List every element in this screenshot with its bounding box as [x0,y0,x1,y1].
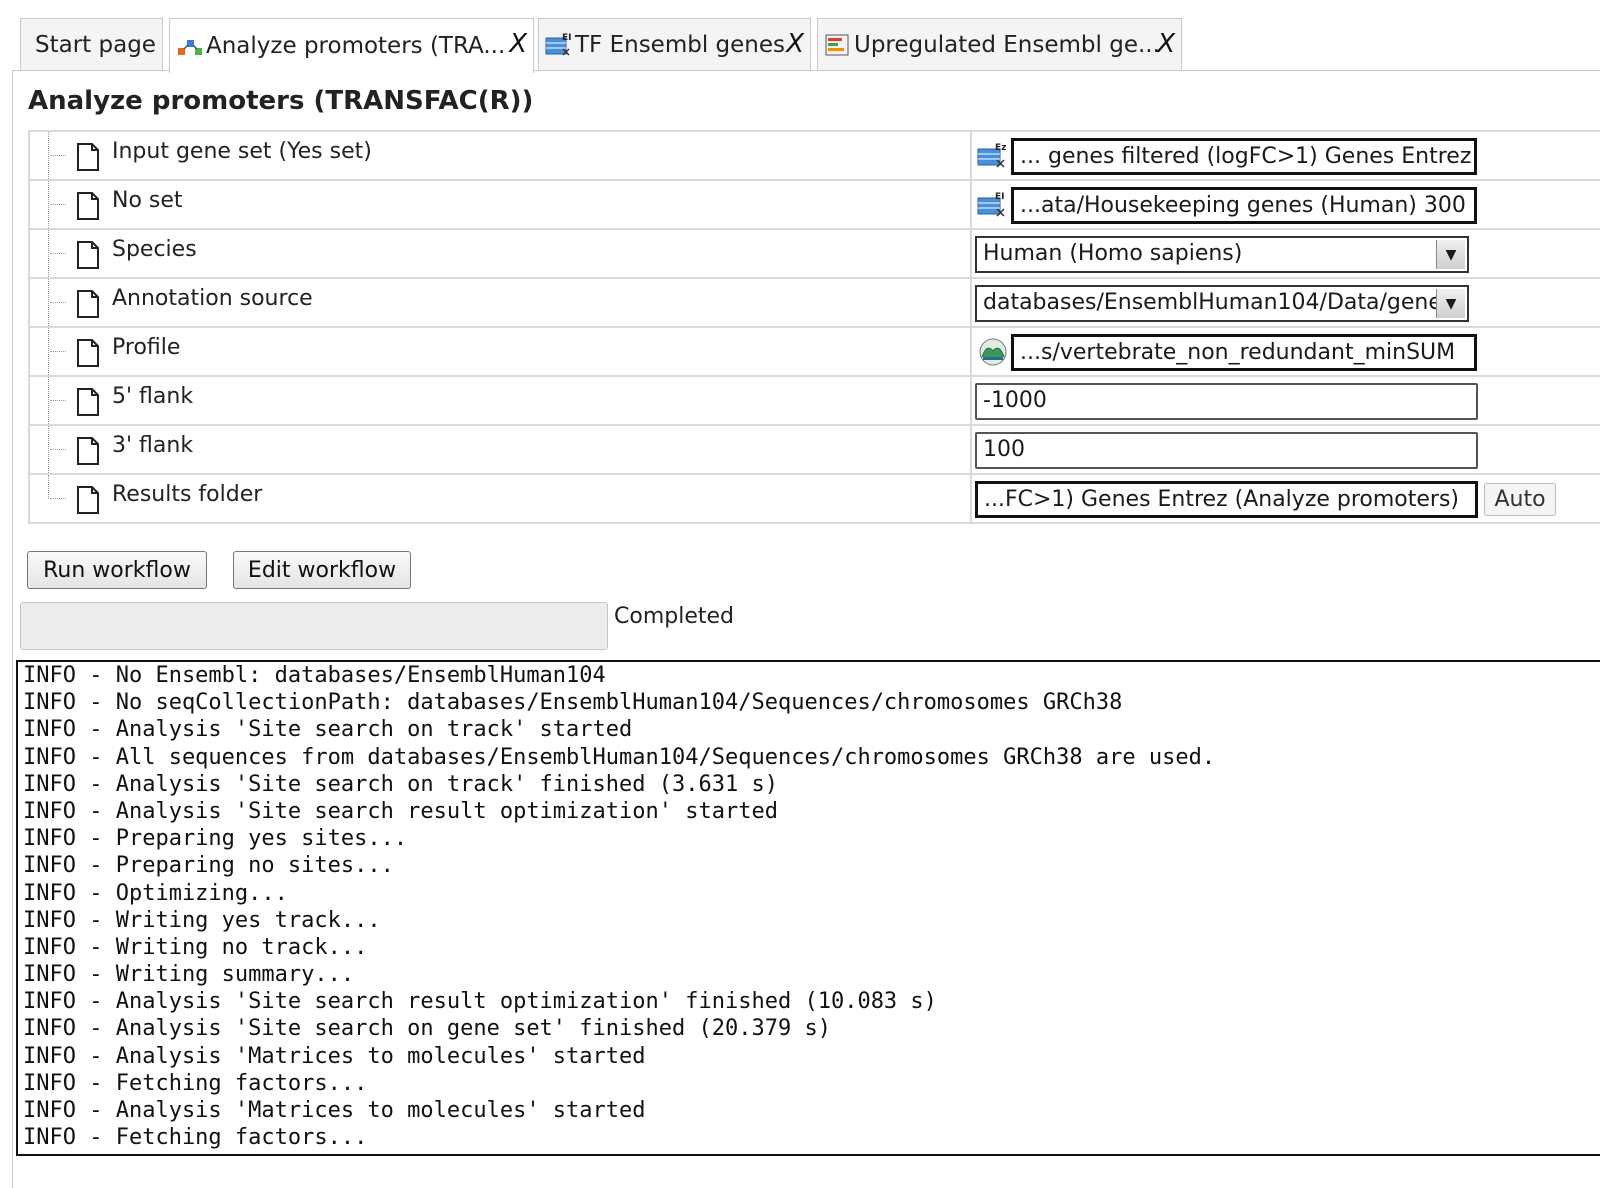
document-icon [77,143,99,171]
close-tab-icon[interactable]: X [509,29,527,59]
table-icon: Ez [977,143,1006,168]
tab-start-page[interactable]: Start page [20,18,163,70]
dropdown-arrow-icon[interactable]: ▼ [1436,240,1465,269]
dropdown-arrow-icon[interactable]: ▼ [1436,289,1465,318]
log-line: INFO - Writing summary... [23,962,355,988]
param-name: 3' flank [112,433,194,458]
param-name: Species [112,237,197,262]
param-row-3-flank: 3' flank 100 [30,426,1600,475]
log-line: INFO - No Ensembl: databases/EnsemblHuma… [23,663,606,688]
log-line: INFO - Writing yes track... [23,907,381,933]
log-output[interactable]: INFO - No Ensembl: databases/EnsemblHuma… [16,660,1600,1156]
tab-tf-ensembl-genes[interactable]: EI TF Ensembl genes X [538,18,811,70]
edit-workflow-button[interactable]: Edit workflow [233,551,411,589]
table-icon: EI [545,33,572,56]
tab-upregulated-ensembl-genes[interactable]: Upregulated Ensembl ge... X [817,18,1182,70]
parameters-grid: Input gene set (Yes set) Ez ... genes fi… [28,130,1600,524]
log-line: INFO - Analysis 'Site search on gene set… [23,1016,831,1042]
param-name: Results folder [112,482,263,507]
log-line: INFO - All sequences from databases/Ense… [23,744,1216,770]
status-text: Completed [614,604,734,629]
tab-label: TF Ensembl genes [575,31,785,58]
log-line: INFO - Writing no track... [23,934,368,960]
log-line: INFO - Fetching factors... [23,1125,368,1151]
param-row-no-set: No set EI ...ata/Housekeeping genes (Hum… [30,181,1600,230]
param-name: Annotation source [112,286,313,311]
param-row-species: Species Human (Homo sapiens) ▼ [30,230,1600,279]
document-icon [77,437,99,465]
tab-label: Start page [35,31,156,58]
annotation-source-value: databases/EnsemblHuman104/Data/genes [983,290,1454,315]
run-workflow-button[interactable]: Run workflow [27,551,207,589]
document-icon [77,388,99,416]
results-folder-field[interactable]: ...FC>1) Genes Entrez (Analyze promoters… [975,481,1478,518]
log-line: INFO - Analysis 'Site search result opti… [23,989,937,1015]
input-gene-set-field[interactable]: ... genes filtered (logFC>1) Genes Entre… [1011,138,1477,175]
species-select[interactable]: Human (Homo sapiens) ▼ [975,236,1469,273]
profile-field[interactable]: ...s/vertebrate_non_redundant_minSUM [1011,334,1477,371]
log-line: INFO - Analysis 'Matrices to molecules' … [23,1098,646,1123]
annotation-source-select[interactable]: databases/EnsemblHuman104/Data/genes ▼ [975,285,1469,322]
close-tab-icon[interactable]: X [786,29,804,59]
log-line: INFO - Fetching factors... [23,1070,368,1096]
param-row-results-folder: Results folder ...FC>1) Genes Entrez (An… [30,475,1600,524]
log-line: INFO - Preparing yes sites... [23,826,408,852]
table-chart-icon [825,34,849,55]
log-line: INFO - Optimizing... [23,880,288,906]
no-set-field[interactable]: ...ata/Housekeeping genes (Human) 300 [1011,187,1477,224]
svg-text:EI: EI [995,192,1005,202]
param-name: Input gene set (Yes set) [112,139,372,164]
table-icon: EI [977,192,1005,217]
workflow-icon [178,40,202,55]
svg-text:Ez: Ez [995,143,1006,153]
svg-text:EI: EI [562,33,572,43]
tab-label: Analyze promoters (TRA... [206,33,506,59]
document-icon [77,290,99,318]
document-icon [77,486,99,514]
tab-label: Upregulated Ensembl ge... [854,31,1160,58]
three-prime-flank-input[interactable]: 100 [975,432,1478,469]
param-name: 5' flank [112,384,194,409]
log-line: INFO - Preparing no sites... [23,853,394,879]
document-icon [77,339,99,367]
param-row-annotation-source: Annotation source databases/EnsemblHuman… [30,279,1600,328]
species-select-value: Human (Homo sapiens) [983,241,1243,266]
auto-button[interactable]: Auto [1484,483,1556,516]
document-icon [77,192,99,220]
param-name: Profile [112,335,181,360]
close-tab-icon[interactable]: X [1157,29,1175,59]
progress-bar [20,602,608,650]
param-row-profile: Profile ...s/vertebrate_non_redundant_mi… [30,328,1600,377]
page-title: Analyze promoters (TRANSFAC(R)) [28,86,534,116]
tab-analyze-promoters[interactable]: Analyze promoters (TRA... X [169,18,534,73]
five-prime-flank-input[interactable]: -1000 [975,383,1478,420]
log-line: INFO - Analysis 'Site search on track' s… [23,717,633,743]
profile-icon [979,338,1007,366]
param-row-input-gene-set: Input gene set (Yes set) Ez ... genes fi… [30,132,1600,181]
tab-bar: Start page Analyze promoters (TRA... X E… [12,18,1600,73]
log-line: INFO - Analysis 'Matrices to molecules' … [23,1043,646,1069]
log-line: INFO - Analysis 'Site search on track' f… [23,771,778,797]
param-row-5-flank: 5' flank -1000 [30,377,1600,426]
param-name: No set [112,188,183,213]
document-icon [77,241,99,269]
log-line: INFO - Analysis 'Site search result opti… [23,798,778,824]
log-line: INFO - No seqCollectionPath: databases/E… [23,690,1123,716]
